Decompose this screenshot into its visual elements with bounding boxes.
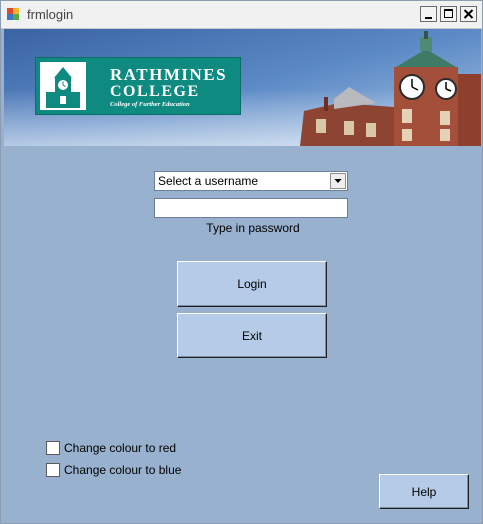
change-colour-blue-label[interactable]: Change colour to blue [64, 463, 181, 477]
password-input[interactable] [154, 198, 348, 218]
close-icon [463, 9, 474, 19]
change-colour-blue-checkbox[interactable] [46, 463, 60, 477]
exit-button[interactable]: Exit [177, 313, 327, 358]
app-form-icon [6, 7, 20, 21]
minimize-icon [425, 17, 432, 19]
username-select-value: Select a username [158, 174, 259, 188]
password-label: Type in password [206, 221, 300, 235]
login-window: frmlogin RATHMINES COLLEGE College of Fu… [0, 0, 483, 524]
maximize-button[interactable] [440, 6, 457, 22]
title-bar[interactable]: frmlogin [1, 1, 482, 29]
close-button[interactable] [460, 6, 477, 22]
maximize-icon [444, 9, 453, 18]
change-colour-red-checkbox[interactable] [46, 441, 60, 455]
college-logo: RATHMINES COLLEGE College of Further Edu… [35, 57, 241, 115]
window-title: frmlogin [27, 7, 74, 22]
logo-tagline: College of Further Education [110, 101, 190, 108]
dropdown-button[interactable] [330, 173, 346, 189]
login-button[interactable]: Login [177, 261, 327, 307]
minimize-button[interactable] [420, 6, 437, 22]
clock-tower-logo-icon [40, 62, 86, 110]
change-colour-red-label[interactable]: Change colour to red [64, 441, 176, 455]
help-button[interactable]: Help [379, 474, 469, 509]
college-banner: RATHMINES COLLEGE College of Further Edu… [4, 29, 481, 146]
logo-name-line2: COLLEGE [110, 83, 200, 100]
logo-name-line1: RATHMINES [110, 65, 228, 84]
chevron-down-icon [334, 179, 342, 183]
username-select[interactable]: Select a username [154, 171, 348, 191]
